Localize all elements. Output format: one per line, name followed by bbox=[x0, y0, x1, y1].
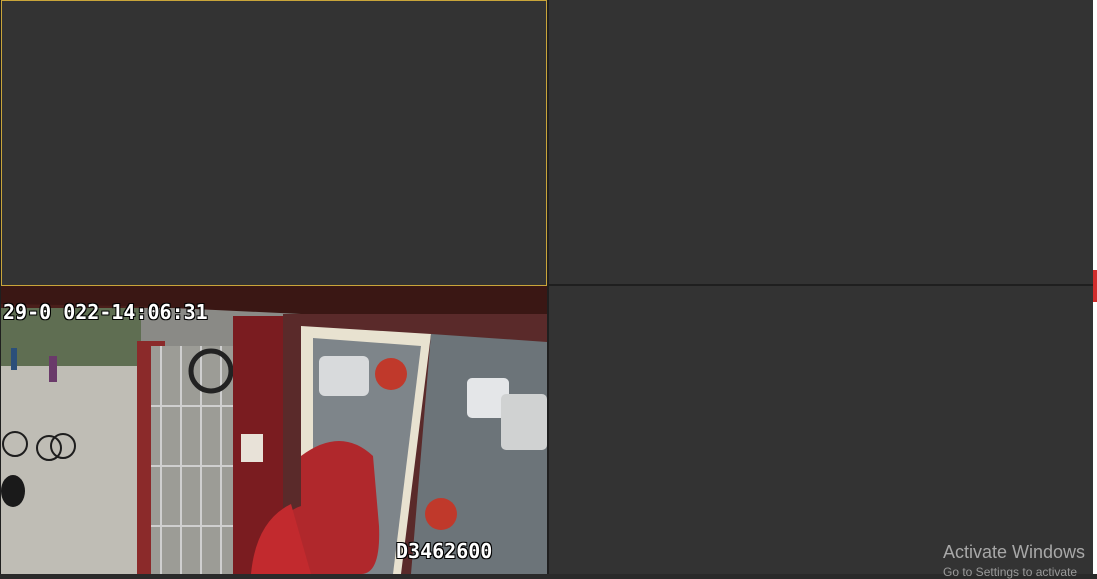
activate-windows-subtitle: Go to Settings to activate bbox=[943, 565, 1078, 579]
video-grid: 29-0 022-14:06:31 D3462600 bbox=[0, 0, 1093, 574]
video-tile-1-selected[interactable] bbox=[1, 0, 547, 286]
scroll-indicator[interactable] bbox=[1093, 270, 1097, 302]
activate-windows-watermark: Activate Windows bbox=[943, 542, 1086, 562]
video-tile-2-empty[interactable] bbox=[549, 0, 1093, 284]
video-tile-3-camera-feed[interactable]: 29-0 022-14:06:31 D3462600 bbox=[1, 286, 547, 574]
timestamp-overlay: 29-0 022-14:06:31 bbox=[3, 300, 208, 324]
camera-frame bbox=[1, 286, 547, 574]
video-tile-4-empty[interactable] bbox=[549, 286, 1093, 574]
camera-id-overlay: D3462600 bbox=[396, 539, 493, 563]
